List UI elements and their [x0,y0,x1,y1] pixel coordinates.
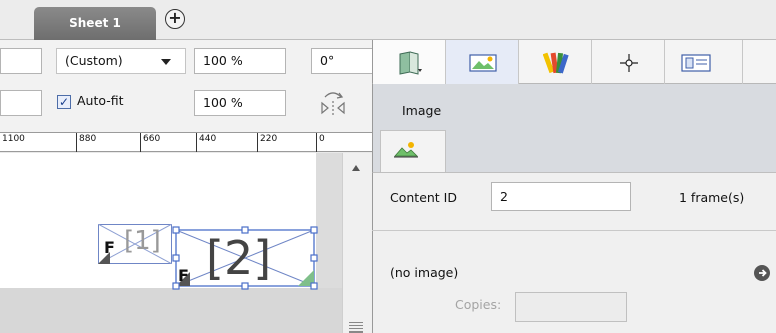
ruler-tick: 660 [140,133,160,152]
ruler-tick: 880 [76,133,96,152]
position-x-field[interactable] [0,48,42,74]
page-icon [399,51,422,75]
content-id-input[interactable]: 2 [491,182,631,211]
flip-horizontal-icon[interactable] [316,86,350,116]
ruler-tick: 0 [316,133,325,152]
scale-y-field[interactable]: 100 % [194,90,286,116]
autofit-checkbox[interactable]: ✓ [57,95,71,109]
canvas-pasteboard [0,288,342,333]
image-icon [394,142,418,158]
vertical-scrollbar[interactable] [342,153,372,333]
horizontal-ruler: 1100 880 660 440 220 0 [0,132,372,152]
arrow-right-circle-icon[interactable] [753,264,771,282]
scale-x-field[interactable]: 100 % [194,48,286,74]
add-sheet-button[interactable]: + [165,9,185,29]
subtab-image[interactable] [380,130,446,172]
copies-label: Copies: [455,297,502,312]
frame-1-id: [1] [124,226,161,256]
scrollbar-grip-icon[interactable] [349,322,363,333]
divider [372,230,776,231]
panel-title: Image [402,103,442,118]
tab-image[interactable] [446,40,519,84]
crosshair-icon [620,54,638,72]
sheet-tab-active[interactable]: Sheet 1 [34,7,156,40]
scroll-up-icon[interactable] [352,165,360,171]
color-swatches-icon [543,52,569,74]
ruler-tick: 1100 [0,133,25,152]
tab-position[interactable] [592,40,665,84]
frame-icon [681,54,711,72]
tab-colors[interactable] [519,40,592,84]
ruler-tick: 220 [257,133,277,152]
image-icon [469,54,497,72]
image-status-label: (no image) [390,265,459,280]
tab-frame[interactable] [665,40,743,84]
tab-page[interactable] [373,40,446,84]
copies-input[interactable] [515,292,627,322]
autofit-label: Auto-fit [77,93,124,108]
frame-count-label: 1 frame(s) [679,190,745,205]
ruler-tick: 440 [196,133,216,152]
chevron-down-icon[interactable] [161,59,171,65]
content-id-label: Content ID [390,190,457,205]
rotation-field[interactable]: 0° [311,48,373,74]
position-y-field[interactable] [0,90,42,116]
frame-2-id: [2] [206,231,272,285]
frame-2-corner-label: F [178,266,189,285]
frame-1-corner-label: F [104,238,115,257]
